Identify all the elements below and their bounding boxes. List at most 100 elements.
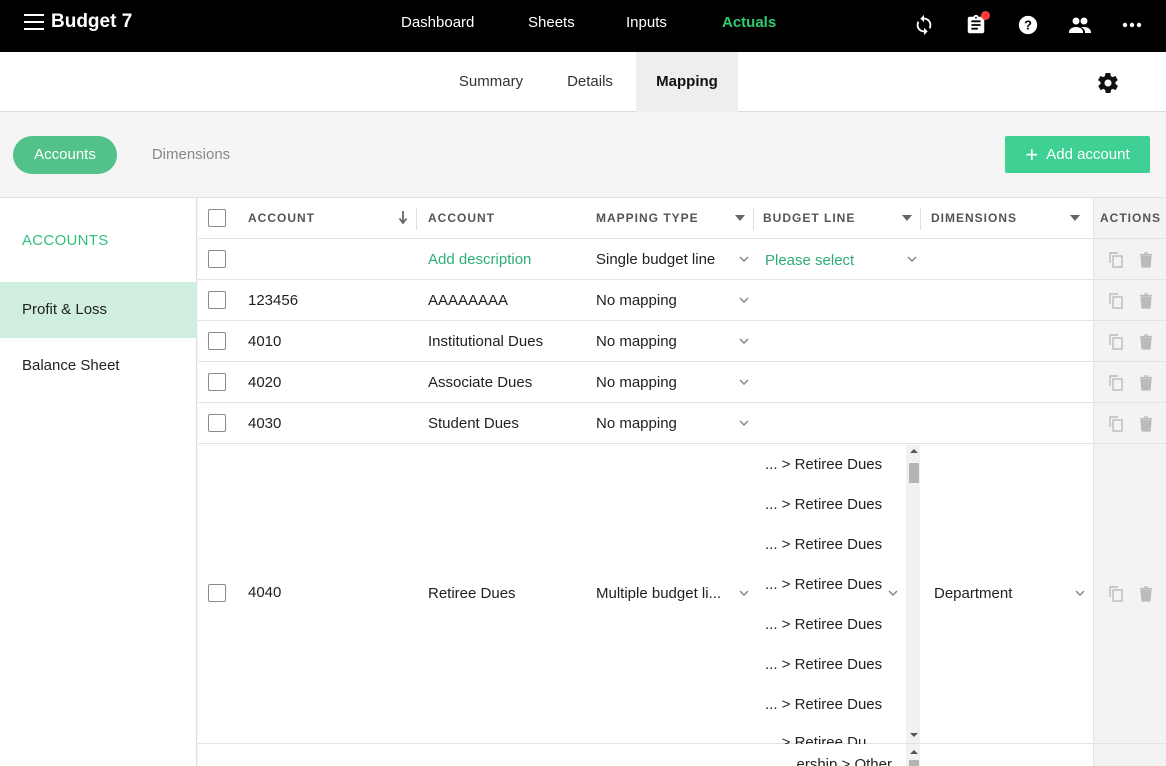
menu-icon[interactable]: [24, 14, 44, 30]
plus-icon: +: [1025, 141, 1039, 167]
budget-line-scrollbar[interactable]: [906, 445, 920, 743]
copy-icon[interactable]: [1109, 252, 1123, 268]
scroll-thumb[interactable]: [909, 463, 919, 483]
budget-line-item: ... > Retiree Dues: [765, 576, 883, 593]
row-checkbox[interactable]: [208, 291, 226, 309]
budget-line-select[interactable]: Please select: [765, 252, 854, 269]
gear-icon[interactable]: [1096, 71, 1120, 95]
more-icon[interactable]: [1120, 13, 1144, 37]
filter-chevron-icon[interactable]: [902, 215, 912, 221]
budget-line-scrollbar[interactable]: [906, 744, 920, 766]
table-row-new: Add description Single budget line Pleas…: [198, 239, 1166, 280]
row-checkbox[interactable]: [208, 373, 226, 391]
filter-chevron-icon[interactable]: [1070, 215, 1080, 221]
scroll-thumb[interactable]: [909, 760, 919, 766]
budget-line-item: ... > Retiree Dues: [765, 696, 883, 713]
copy-icon[interactable]: [1109, 586, 1123, 602]
notification-badge: [981, 11, 990, 20]
table-row: 4020 Associate Dues No mapping: [198, 362, 1166, 403]
sort-down-icon[interactable]: [398, 210, 408, 226]
copy-icon[interactable]: [1109, 334, 1123, 350]
tab-summary[interactable]: Summary: [445, 52, 537, 112]
add-description-link[interactable]: Add description: [428, 251, 531, 268]
trash-icon[interactable]: [1139, 586, 1153, 602]
clipboard-icon[interactable]: [964, 11, 990, 37]
chevron-down-icon[interactable]: [888, 590, 898, 596]
column-divider: [753, 208, 754, 230]
app-title: Budget 7: [51, 11, 133, 32]
budget-line-item: ... > Retiree Dues: [765, 456, 883, 473]
dimension-select[interactable]: Department: [934, 585, 1012, 602]
tab-details[interactable]: Details: [553, 52, 627, 112]
header-dimensions[interactable]: DIMENSIONS: [931, 211, 1017, 225]
chevron-down-icon[interactable]: [739, 590, 749, 596]
account-name[interactable]: Student Dues: [428, 415, 519, 432]
mapping-type-select[interactable]: No mapping: [596, 292, 677, 309]
help-icon[interactable]: ?: [1016, 13, 1040, 37]
copy-icon[interactable]: [1109, 375, 1123, 391]
column-divider: [920, 208, 921, 230]
copy-icon[interactable]: [1109, 416, 1123, 432]
select-all-checkbox[interactable]: [208, 209, 226, 227]
column-divider: [416, 208, 417, 230]
trash-icon[interactable]: [1139, 252, 1153, 268]
chevron-down-icon[interactable]: [739, 256, 749, 262]
trash-icon[interactable]: [1139, 334, 1153, 350]
sidebar-item-profit-loss[interactable]: Profit & Loss: [0, 282, 197, 338]
trash-icon[interactable]: [1139, 375, 1153, 391]
header-account-code[interactable]: ACCOUNT: [248, 211, 315, 225]
mapping-type-select[interactable]: Single budget line: [596, 251, 715, 268]
account-name[interactable]: Institutional Dues: [428, 333, 543, 350]
users-icon[interactable]: [1068, 13, 1092, 37]
header-account-name[interactable]: ACCOUNT: [428, 211, 495, 225]
nav-actuals[interactable]: Actuals: [722, 14, 776, 31]
chevron-down-icon[interactable]: [1075, 590, 1085, 596]
mapping-type-select[interactable]: No mapping: [596, 374, 677, 391]
chevron-down-icon[interactable]: [739, 420, 749, 426]
account-name[interactable]: Retiree Dues: [428, 585, 516, 602]
sync-icon[interactable]: [912, 13, 936, 37]
chevron-down-icon[interactable]: [739, 297, 749, 303]
nav-inputs[interactable]: Inputs: [626, 14, 667, 31]
tab-mapping[interactable]: Mapping: [636, 52, 738, 112]
header-mapping-type[interactable]: MAPPING TYPE: [596, 211, 699, 225]
budget-line-item: ... > Retiree Dues: [765, 536, 883, 553]
trash-icon[interactable]: [1139, 416, 1153, 432]
chevron-down-icon[interactable]: [739, 338, 749, 344]
nav-sheets[interactable]: Sheets: [528, 14, 575, 31]
mapping-type-select[interactable]: Multiple budget li...: [596, 585, 721, 602]
account-code: 123456: [248, 292, 299, 309]
account-code: 4010: [248, 333, 282, 350]
scroll-up-icon[interactable]: [909, 447, 919, 455]
mapping-type-select[interactable]: No mapping: [596, 333, 677, 350]
row-checkbox[interactable]: [208, 414, 226, 432]
account-name[interactable]: AAAAAAAA: [428, 292, 508, 309]
account-name[interactable]: Associate Dues: [428, 374, 532, 391]
accounts-pill[interactable]: Accounts: [13, 136, 117, 174]
copy-icon[interactable]: [1109, 293, 1123, 309]
row-checkbox[interactable]: [208, 250, 226, 268]
sub-tab-bar: Summary Details Mapping: [0, 52, 1166, 112]
sidebar-item-balance-sheet[interactable]: Balance Sheet: [0, 338, 197, 394]
nav-dashboard[interactable]: Dashboard: [401, 14, 474, 31]
dimensions-pill[interactable]: Dimensions: [136, 136, 246, 174]
accounts-sidebar: ACCOUNTS Profit & Loss Balance Sheet: [0, 198, 197, 766]
scroll-down-icon[interactable]: [909, 731, 919, 739]
table-row-multi: 4040 Retiree Dues Multiple budget li... …: [198, 444, 1166, 744]
table-row: ...ership > Other: [198, 744, 1166, 766]
account-code: 4020: [248, 374, 282, 391]
chevron-down-icon[interactable]: [739, 379, 749, 385]
filter-chevron-icon[interactable]: [735, 215, 745, 221]
chevron-down-icon[interactable]: [907, 256, 917, 262]
scroll-up-icon[interactable]: [909, 748, 919, 756]
row-checkbox[interactable]: [208, 332, 226, 350]
header-budget-line[interactable]: BUDGET LINE: [763, 211, 855, 225]
account-code: 4030: [248, 415, 282, 432]
row-checkbox[interactable]: [208, 584, 226, 602]
budget-line-item: ...ership > Other: [784, 756, 892, 766]
trash-icon[interactable]: [1139, 293, 1153, 309]
mapping-type-select[interactable]: No mapping: [596, 415, 677, 432]
filter-row: Accounts Dimensions + Add account: [0, 112, 1166, 198]
add-account-button[interactable]: + Add account: [1005, 136, 1150, 173]
svg-text:?: ?: [1024, 18, 1032, 33]
